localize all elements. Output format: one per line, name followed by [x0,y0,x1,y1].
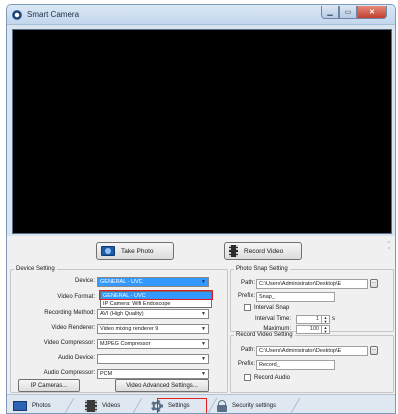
title-bar[interactable]: Smart Camera ▁ ▭ ✕ [7,5,395,25]
device-select[interactable]: GENERAL - UVC ▼ [97,277,209,287]
panel-toggle-icon[interactable]: ⁼ ⁼ [385,241,393,259]
record-video-legend: Record Video Setting [236,332,293,338]
video-compressor-select[interactable]: MJPEG Compressor ▼ [97,339,209,349]
interval-time-value: 1 [315,316,319,322]
chevron-down-icon: ▼ [201,371,206,377]
photo-prefix-label: Prefix: [237,293,255,299]
app-window: Smart Camera ▁ ▭ ✕ Take Photo Record Vid… [6,4,396,414]
maximize-button[interactable]: ▭ [339,6,357,19]
device-callout-highlight [99,290,213,300]
video-renderer-value: Video mixing renderer 9 [100,326,159,332]
video-browse-button[interactable]: ... [370,346,378,355]
bottom-tab-bar: Photos Videos Settings Security settings [7,394,395,413]
device-label: Device: [74,278,95,284]
video-prefix-label: Prefix: [237,361,255,367]
audio-device-label: Audio Device: [57,355,95,361]
close-button[interactable]: ✕ [357,6,387,19]
tab-security-label: Security settings [232,402,277,409]
ip-cameras-button[interactable]: IP Cameras... [18,379,80,392]
film-icon [229,245,238,257]
photo-snap-legend: Photo Snap Setting [236,266,288,272]
photo-path-label: Path: [240,280,255,286]
audio-compressor-select[interactable]: PCM ▼ [97,369,209,379]
device-select-value: GENERAL - UVC [100,279,143,285]
tab-photos[interactable]: Photos [13,397,51,413]
camera-preview [12,29,392,234]
record-video-button[interactable]: Record Video [224,242,302,260]
record-audio-checkbox[interactable]: Record Audio [244,374,290,381]
record-video-label: Record Video [244,247,284,255]
tab-videos[interactable]: Videos [85,397,121,413]
recording-method-label: Recording Method: [44,310,95,316]
window-title: Smart Camera [27,10,80,19]
photo-icon [13,400,27,411]
interval-unit: s [332,316,335,322]
device-setting-legend: Device Setting [16,266,55,272]
take-photo-button[interactable]: Take Photo [96,242,174,260]
settings-panel: Device Setting Device: GENERAL - UVC ▼ V… [7,266,395,394]
interval-time-spinner[interactable]: 1 ▲ ▼ [296,315,330,324]
tab-divider [207,398,218,413]
tab-photos-label: Photos [32,402,51,409]
photo-path-input[interactable]: C:\Users\Administrator\Desktop\E [256,279,368,289]
audio-compressor-label: Audio Compressor: [43,370,95,376]
dropdown-option[interactable]: IP Camera: Wifi Endoscope [101,300,211,308]
tab-divider [290,398,301,413]
chevron-down-icon: ▼ [201,341,206,347]
video-path-input[interactable]: C:\Users\Administrator\Desktop\E [256,346,368,356]
spinner-arrows-icon[interactable]: ▲ ▼ [321,316,329,323]
tab-divider [132,398,143,413]
tab-divider [64,398,75,413]
recording-method-select[interactable]: AVI (High Quality) ▼ [97,309,209,319]
video-compressor-value: MJPEG Compressor [100,341,151,347]
video-path-label: Path: [240,347,255,353]
chevron-down-icon: ▼ [201,311,206,317]
recording-method-value: AVI (High Quality) [100,311,144,317]
camera-app-icon [12,10,22,20]
record-audio-box [244,374,251,381]
chevron-down-icon: ▼ [201,279,206,285]
window-controls: ▁ ▭ ✕ [321,6,387,19]
interval-time-label: Interval Time: [254,316,291,322]
video-advanced-settings-button[interactable]: Video Advanced Settings... [115,379,209,392]
video-renderer-select[interactable]: Video mixing renderer 9 ▼ [97,324,209,334]
photo-prefix-input[interactable]: Snap_ [256,292,335,302]
minimize-button[interactable]: ▁ [321,6,339,19]
lock-icon [217,399,227,412]
record-audio-label: Record Audio [254,374,291,381]
tab-security-settings[interactable]: Security settings [217,397,277,413]
tab-videos-label: Videos [102,402,121,409]
chevron-down-icon: ▼ [201,356,206,362]
audio-device-select[interactable]: ▼ [97,354,209,364]
take-photo-label: Take Photo [121,247,154,255]
interval-snap-label: Interval Snap [254,304,290,311]
interval-snap-checkbox[interactable]: Interval Snap [244,304,289,311]
audio-compressor-value: PCM [100,371,113,377]
video-renderer-label: Video Renderer: [51,325,95,331]
interval-snap-box [244,304,251,311]
photo-browse-button[interactable]: ... [370,279,378,288]
chevron-down-icon: ▼ [201,326,206,332]
video-prefix-input[interactable]: Record_ [256,360,335,370]
video-format-label: Video Format: [57,294,95,300]
video-compressor-label: Video Compressor: [43,340,95,346]
action-bar: Take Photo Record Video ⁼ ⁼ [7,236,395,266]
camera-icon [101,246,115,256]
settings-tab-callout [157,398,207,413]
video-icon [85,399,97,412]
